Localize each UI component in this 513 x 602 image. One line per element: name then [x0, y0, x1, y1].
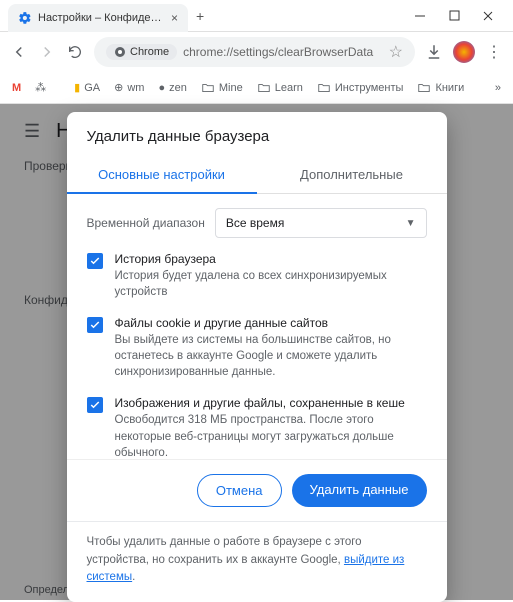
time-range-select[interactable]: Все время ▼	[215, 208, 427, 238]
reload-button[interactable]	[66, 43, 84, 61]
history-title: История браузера	[115, 252, 427, 266]
url-text: chrome://settings/clearBrowserData	[183, 45, 383, 59]
minimize-button[interactable]	[403, 2, 437, 30]
dialog-title: Удалить данные браузера	[67, 112, 447, 157]
close-window-button[interactable]	[471, 2, 505, 30]
forward-button[interactable]	[38, 43, 56, 61]
cancel-button[interactable]: Отмена	[197, 474, 282, 507]
bookmarks-overflow[interactable]: »	[495, 82, 501, 94]
browser-tab[interactable]: Настройки – Конфиденциальн ×	[8, 4, 188, 32]
bookmark-zen[interactable]: ●zen	[158, 82, 186, 94]
address-bar[interactable]: Chrome chrome://settings/clearBrowserDat…	[94, 37, 415, 67]
checkbox-history[interactable]	[87, 253, 103, 269]
clear-data-dialog: Удалить данные браузера Основные настрой…	[67, 112, 447, 602]
confirm-button[interactable]: Удалить данные	[292, 474, 427, 507]
menu-icon[interactable]: ⋮	[485, 43, 503, 61]
new-tab-button[interactable]: +	[196, 8, 204, 24]
dialog-footer: Чтобы удалить данные о работе в браузере…	[67, 521, 447, 602]
cache-desc: Освободится 318 МБ пространства. После э…	[115, 412, 427, 459]
checkbox-cache[interactable]	[87, 397, 103, 413]
profile-avatar[interactable]	[453, 41, 475, 63]
back-button[interactable]	[10, 43, 28, 61]
maximize-button[interactable]	[437, 2, 471, 30]
bookmarks-bar: M ⁂ ▮GA ⊕wm ●zen Mine Learn Инструменты …	[0, 72, 513, 104]
chrome-chip: Chrome	[106, 44, 177, 60]
chrome-icon	[114, 46, 126, 58]
bookmark-wm[interactable]: ⊕wm	[114, 81, 144, 94]
time-range-label: Временной диапазон	[87, 216, 205, 230]
history-desc: История будет удалена со всех синхронизи…	[115, 268, 427, 300]
checkbox-cookies[interactable]	[87, 317, 103, 333]
bookmark-folder-learn[interactable]: Learn	[257, 81, 303, 95]
bookmark-ga[interactable]: ▮GA	[74, 81, 100, 94]
bookmark-folder-mine[interactable]: Mine	[201, 81, 243, 95]
cookies-title: Файлы cookie и другие данные сайтов	[115, 316, 427, 330]
tab-title: Настройки – Конфиденциальн	[38, 12, 165, 24]
bookmark-item[interactable]: ⁂	[35, 81, 46, 94]
close-tab-icon[interactable]: ×	[171, 11, 178, 25]
bookmark-folder-tools[interactable]: Инструменты	[317, 81, 404, 95]
bookmark-gmail[interactable]: M	[12, 82, 21, 94]
tab-basic[interactable]: Основные настройки	[67, 157, 257, 194]
chevron-down-icon: ▼	[406, 218, 416, 229]
bookmark-folder-books[interactable]: Книги	[417, 81, 464, 95]
tab-advanced[interactable]: Дополнительные	[257, 157, 447, 194]
settings-icon	[18, 11, 32, 25]
star-icon[interactable]: ☆	[389, 42, 403, 62]
modal-overlay: Удалить данные браузера Основные настрой…	[0, 104, 513, 600]
cookies-desc: Вы выйдете из системы на большинстве сай…	[115, 332, 427, 380]
download-icon[interactable]	[425, 43, 443, 61]
cache-title: Изображения и другие файлы, сохраненные …	[115, 396, 427, 410]
